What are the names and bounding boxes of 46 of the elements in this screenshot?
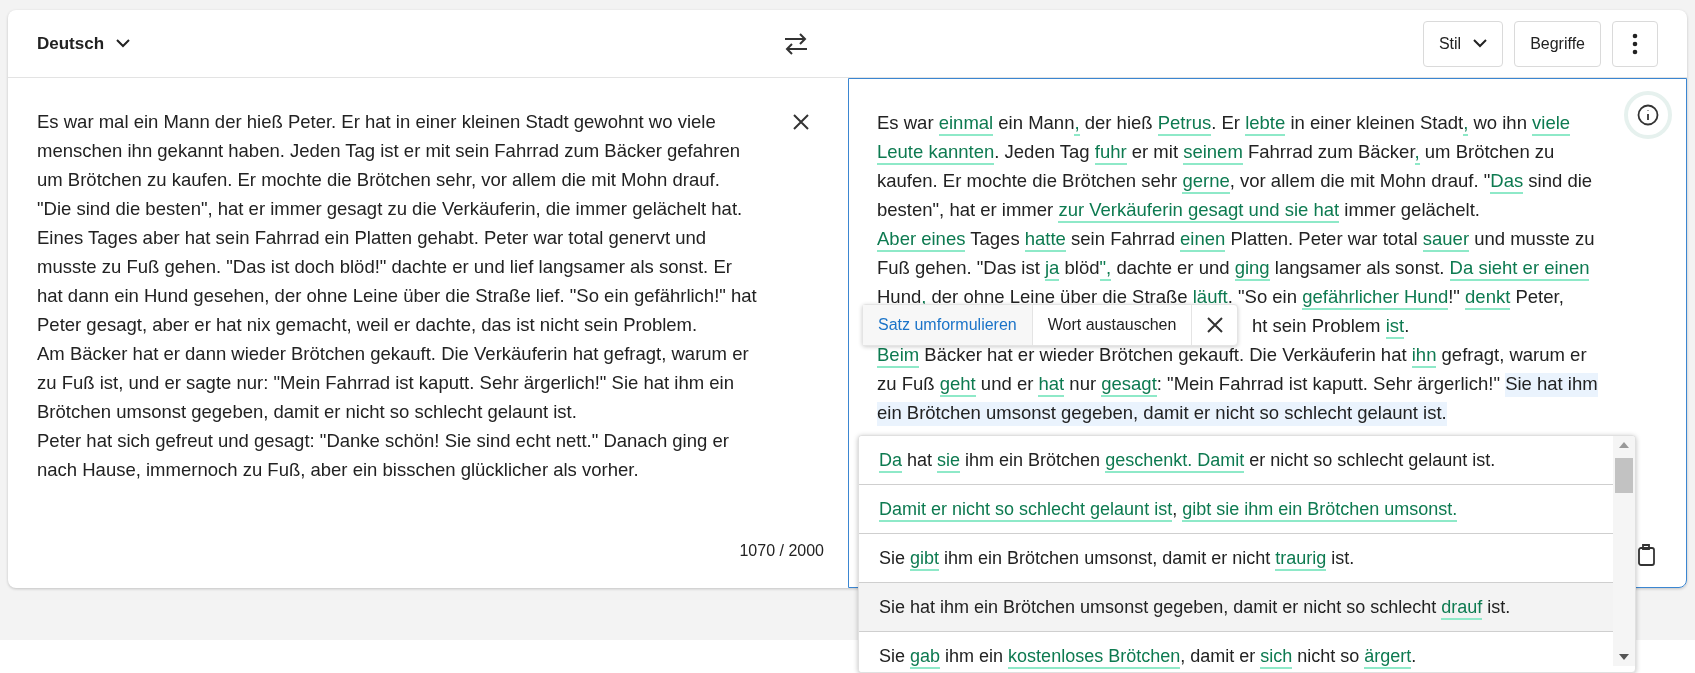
info-icon: [1637, 104, 1659, 126]
source-text-line: menschen ihn gekannt haben. Jeden Tag ist er mit sein Fahrrad zum Bäcker gefahren: [37, 139, 741, 163]
result-text-line: kaufen. Er mochte die Brötchen sehr gerne, vor allem die mit Mohn drauf. "Das sind die: [877, 166, 1593, 195]
source-text-line: "Die sind die besten", hat er immer gesagt zu die Verkäuferin, die immer gelächelt hat.: [37, 197, 743, 221]
source-text-line: Am Bäcker hat er dann wieder Brötchen gekauft. Die Verkäuferin hat gefragt, warum er: [37, 342, 749, 366]
style-dropdown[interactable]: Stil: [1422, 20, 1504, 67]
suggestion-item[interactable]: Da hat sie ihm ein Brötchen geschenkt. Damit er nicht so schlecht gelaunt ist.: [859, 436, 1613, 485]
more-menu-button[interactable]: [1612, 20, 1658, 67]
replace-word-tab[interactable]: Wort austauschen: [1032, 305, 1193, 345]
source-text-line: Peter hat sich gefreut und gesagt: "Danke schön! Sie sind echt nett." Danach ging er: [37, 429, 729, 453]
result-text-line: besten", hat er immer zur Verkäuferin gesagt und sie hat immer gelächelt.: [877, 195, 1480, 224]
scroll-up-icon[interactable]: [1619, 442, 1629, 448]
suggestion-item[interactable]: Sie gab ihm ein kostenloses Brötchen, damit er sich nicht so ärgert.: [859, 632, 1613, 672]
rephrase-tab[interactable]: Satz umformulieren: [863, 305, 1033, 345]
suggestion-item[interactable]: Sie hat ihm ein Brötchen umsonst gegeben, damit er nicht so schlecht drauf ist.: [859, 583, 1613, 632]
source-text-line: Eines Tages aber hat sein Fahrrad ein Platten gehabt. Peter war total genervt und: [37, 226, 707, 250]
suggestion-item[interactable]: Damit er nicht so schlecht gelaunt ist, gibt sie ihm ein Brötchen umsonst.: [859, 485, 1613, 534]
result-text-line: Aber eines Tages hatte sein Fahrrad einen Platten. Peter war total sauer und musste zu: [877, 224, 1595, 253]
suggestion-item[interactable]: Sie gibt ihm ein Brötchen umsonst, damit er nicht traurig ist.: [859, 534, 1613, 583]
swap-icon[interactable]: [783, 31, 810, 56]
scroll-thumb[interactable]: [1615, 458, 1633, 493]
result-text-line: Es war einmal ein Mann, der hieß Petrus. Er lebte in einer kleinen Stadt, wo ihn viele: [877, 108, 1571, 137]
source-text-line: musste zu Fuß gehen. "Das ist doch blöd!" dachte er und lief langsamer als sonst. Er: [37, 255, 732, 279]
character-counter: 1070 / 2000: [739, 541, 824, 561]
scrollbar[interactable]: [1613, 436, 1635, 666]
close-icon[interactable]: [793, 114, 809, 130]
result-text-line: zu Fuß geht und er hat nur gesagt: "Mein Fahrrad ist kaputt. Sehr ärgerlich!" Sie hat ihm: [877, 369, 1598, 398]
source-text-line: hat dann ein Hund gesehen, der ohne Leine über die Straße lief. "So ein gefährlich!" hat: [37, 284, 757, 308]
info-button[interactable]: [1624, 91, 1672, 139]
source-text-line: Brötchen umsonst gegeben, damit er nicht so schlecht gelaunt ist.: [37, 400, 577, 424]
result-text-line: Fuß gehen. "Das ist ja blöd", dachte er und ging langsamer als sonst. Da sieht er einen: [877, 253, 1590, 282]
result-text-line: Leute kannten. Jeden Tag fuhr er mit seinem Fahrrad zum Bäcker, um Brötchen zu: [877, 137, 1555, 166]
source-text-line: Es war mal ein Mann der hieß Peter. Er hat in einer kleinen Stadt gewohnt wo viele: [37, 110, 716, 134]
close-icon: [1206, 317, 1223, 333]
source-text-line: um Brötchen zu kaufen. Er mochte die Brötchen sehr, vor allem die mit Mohn drauf.: [37, 168, 720, 192]
terms-button[interactable]: Begriffe: [1514, 20, 1601, 67]
language-selector[interactable]: Deutsch: [37, 30, 131, 57]
chevron-down-icon: [1473, 39, 1488, 48]
chevron-down-icon: [116, 39, 131, 48]
more-icon: [1632, 32, 1638, 55]
copy-icon[interactable]: [1636, 543, 1656, 567]
scroll-down-icon[interactable]: [1619, 654, 1629, 660]
source-text-line: Peter gesagt, aber er hat nix gemacht, weil er dachte, das ist nicht sein Problem.: [37, 313, 698, 337]
result-text-line: ht sein Problem ist.: [1252, 311, 1410, 340]
source-text-line: nach Hause, immernoch zu Fuß, aber ein bisschen glücklicher als vorher.: [37, 458, 639, 482]
source-text-line: zu Fuß ist, und er sagte nur: "Mein Fahrrad ist kaputt. Sehr ärgerlich!" Sie hat ihm ein: [37, 371, 734, 395]
